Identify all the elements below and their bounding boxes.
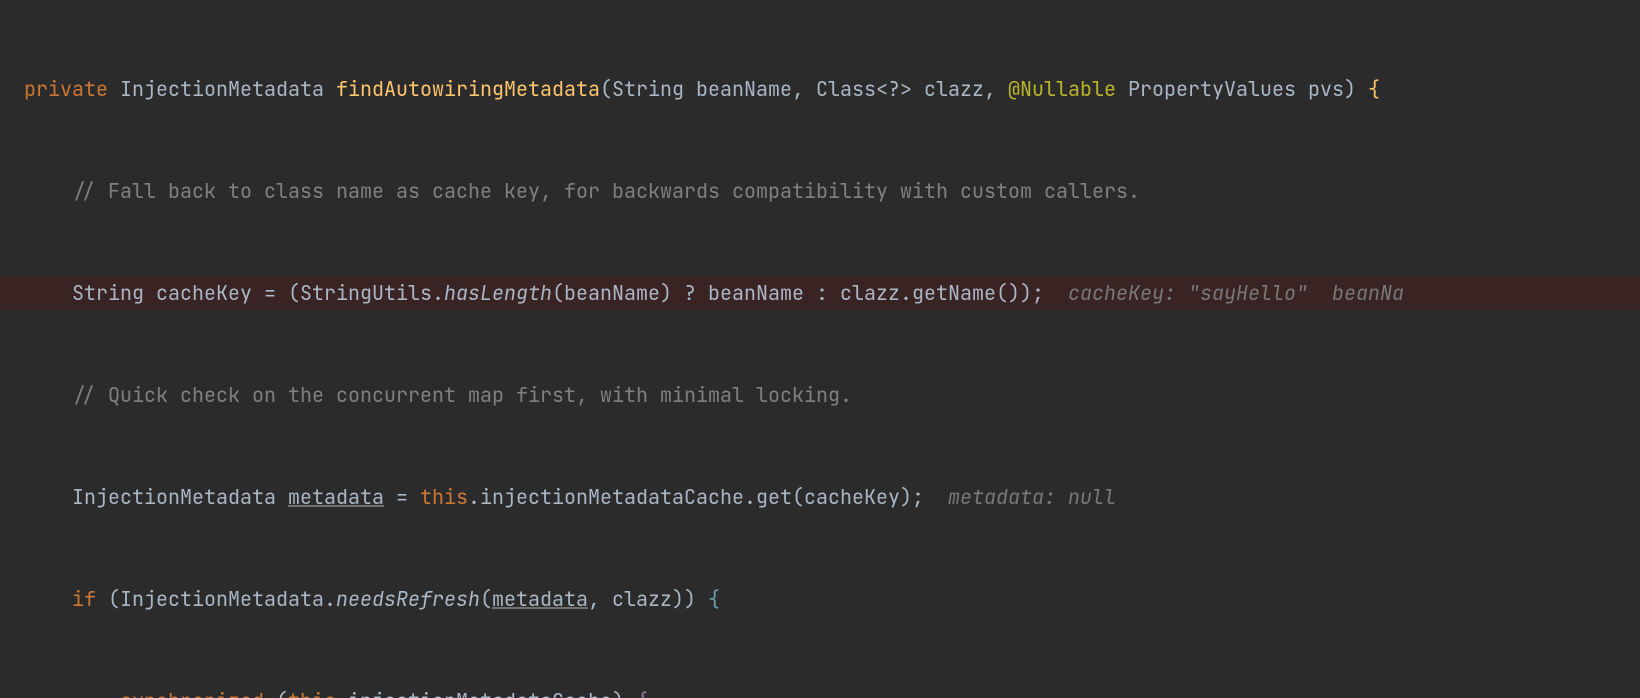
- param-type: String: [612, 76, 684, 102]
- code-text: =: [384, 484, 420, 510]
- code-line: private InjectionMetadata findAutowiring…: [0, 72, 1640, 106]
- annotation: @Nullable: [1008, 76, 1116, 102]
- generic: <?>: [876, 76, 912, 102]
- brace: {: [696, 586, 720, 612]
- keyword-if: if: [72, 586, 96, 612]
- code-text: InjectionMetadata: [72, 484, 288, 510]
- paren: (: [600, 76, 612, 102]
- code-text: (: [264, 688, 288, 698]
- inline-hint: metadata: null: [948, 484, 1116, 510]
- param-type: Class: [816, 76, 876, 102]
- code-line: synchronized (this.injectionMetadataCach…: [0, 684, 1640, 698]
- variable: metadata: [288, 484, 384, 510]
- param-name: pvs: [1296, 76, 1344, 102]
- paren: ): [684, 586, 696, 612]
- code-line: InjectionMetadata metadata = this.inject…: [0, 480, 1640, 514]
- code-line: // Quick check on the concurrent map fir…: [0, 378, 1640, 412]
- code-line: if (InjectionMetadata.needsRefresh(metad…: [0, 582, 1640, 616]
- keyword-this: this: [420, 484, 468, 510]
- code-text: String cacheKey = (StringUtils.: [72, 280, 444, 306]
- variable: metadata: [492, 586, 588, 612]
- code-text: .injectionMetadataCache): [336, 688, 636, 698]
- code-text: , clazz): [588, 586, 684, 612]
- static-method: needsRefresh: [336, 586, 480, 612]
- brace: {: [636, 688, 648, 698]
- param-name: clazz: [912, 76, 984, 102]
- param-name: beanName: [696, 76, 792, 102]
- code-text: (InjectionMetadata.: [96, 586, 336, 612]
- brace: {: [1356, 76, 1380, 102]
- type: InjectionMetadata: [120, 76, 324, 102]
- code-line: // Fall back to class name as cache key,…: [0, 174, 1640, 208]
- code-editor[interactable]: private InjectionMetadata findAutowiring…: [0, 0, 1640, 698]
- paren: ): [1344, 76, 1356, 102]
- keyword-this: this: [288, 688, 336, 698]
- code-line: String cacheKey = (StringUtils.hasLength…: [0, 276, 1640, 310]
- static-method: hasLength: [444, 280, 552, 306]
- keyword-private: private: [24, 76, 108, 102]
- inline-hint: cacheKey: "sayHello" beanNa: [1068, 280, 1404, 306]
- comma: ,: [984, 76, 1008, 102]
- code-text: (beanName) ? beanName : clazz.getName())…: [552, 280, 1068, 306]
- comment: // Quick check on the concurrent map fir…: [72, 382, 852, 408]
- comment: // Fall back to class name as cache key,…: [72, 178, 1140, 204]
- comma: ,: [792, 76, 816, 102]
- method-name: findAutowiringMetadata: [336, 76, 600, 102]
- keyword-synchronized: synchronized: [120, 688, 264, 698]
- paren: (: [480, 586, 492, 612]
- code-text: .injectionMetadataCache.get(cacheKey);: [468, 484, 948, 510]
- param-type: PropertyValues: [1116, 76, 1296, 102]
